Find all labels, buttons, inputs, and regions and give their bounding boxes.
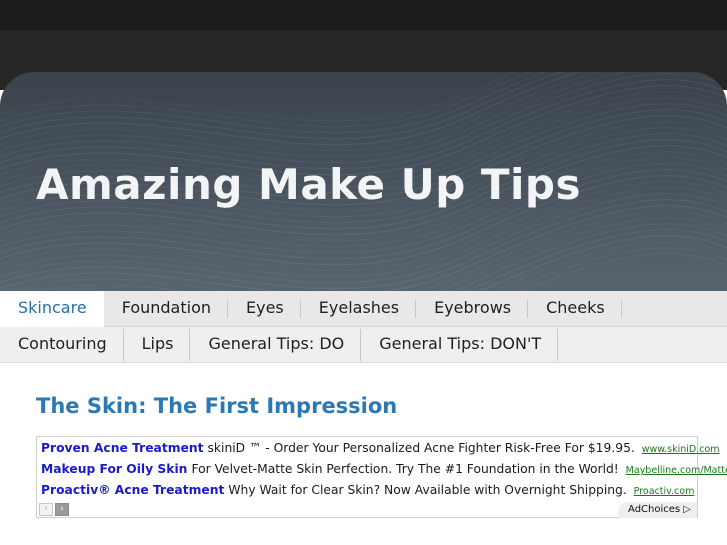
nav-item-cheeks[interactable]: Cheeks bbox=[528, 291, 622, 327]
ad-item[interactable]: Makeup For Oily Skin For Velvet-Matte Ski… bbox=[41, 462, 727, 476]
ad-title[interactable]: Proven Acne Treatment bbox=[41, 441, 204, 455]
ad-item[interactable]: Proactiv® Acne Treatment Why Wait for Cle… bbox=[41, 483, 694, 497]
primary-nav-row-2: Contouring Lips General Tips: DO General… bbox=[0, 327, 727, 363]
site-title[interactable]: Amazing Make Up Tips bbox=[36, 160, 581, 209]
top-bar bbox=[0, 0, 727, 30]
header-wave-line bbox=[0, 79, 727, 170]
post-title[interactable]: The Skin: The First Impression bbox=[36, 394, 397, 418]
ad-item[interactable]: Proven Acne Treatment skiniD ™ - Order Yo… bbox=[41, 441, 720, 455]
ad-title[interactable]: Makeup For Oily Skin bbox=[41, 462, 187, 476]
ad-unit: Proven Acne Treatment skiniD ™ - Order Yo… bbox=[36, 436, 727, 518]
ad-title[interactable]: Proactiv® Acne Treatment bbox=[41, 483, 224, 497]
header-wave-line bbox=[0, 72, 563, 140]
site-header: Amazing Make Up Tips bbox=[0, 72, 727, 292]
ad-prev-icon[interactable]: ‹ bbox=[39, 503, 53, 516]
nav-item-contouring[interactable]: Contouring bbox=[0, 327, 124, 363]
nav-item-skincare[interactable]: Skincare bbox=[0, 291, 104, 327]
nav-item-general-tips-do[interactable]: General Tips: DO bbox=[190, 327, 361, 363]
ad-url[interactable]: www.skiniD.com bbox=[642, 444, 720, 455]
nav-item-foundation[interactable]: Foundation bbox=[104, 291, 229, 327]
header-wave-line bbox=[0, 72, 546, 134]
ad-text: For Velvet-Matte Skin Perfection. Try Th… bbox=[191, 462, 619, 476]
primary-nav-row-1: Skincare Foundation Eyes Eyelashes Eyebr… bbox=[0, 291, 727, 327]
nav-item-eyebrows[interactable]: Eyebrows bbox=[416, 291, 529, 327]
ad-pager: ‹ › bbox=[39, 503, 69, 516]
ad-text: skiniD ™ - Order Your Personalized Acne … bbox=[207, 441, 635, 455]
ad-text: Why Wait for Clear Skin? Now Available w… bbox=[228, 483, 627, 497]
nav-item-eyes[interactable]: Eyes bbox=[228, 291, 301, 327]
adchoices-link[interactable]: AdChoices ▷ bbox=[618, 502, 697, 518]
nav-item-lips[interactable]: Lips bbox=[124, 327, 191, 363]
ad-url[interactable]: Maybelline.com/Matte-F bbox=[626, 465, 727, 476]
nav-item-general-tips-dont[interactable]: General Tips: DON'T bbox=[361, 327, 559, 363]
header-wave-line bbox=[0, 73, 727, 164]
ad-url[interactable]: Proactiv.com bbox=[634, 486, 695, 497]
nav-item-eyelashes[interactable]: Eyelashes bbox=[301, 291, 417, 327]
ad-next-icon[interactable]: › bbox=[55, 503, 69, 516]
